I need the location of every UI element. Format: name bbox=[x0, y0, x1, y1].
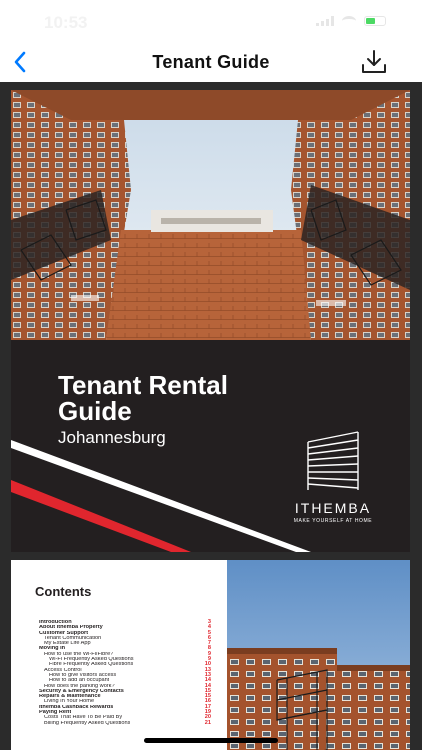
home-indicator bbox=[144, 738, 278, 743]
page-separator bbox=[0, 552, 422, 560]
cover-stripes bbox=[11, 440, 311, 552]
signal-icon bbox=[316, 16, 334, 26]
battery-icon bbox=[364, 16, 386, 26]
cover-photo bbox=[11, 90, 410, 340]
contents-section: Contents Introduction 3 About Ithemba Prop… bbox=[11, 560, 227, 750]
status-icons bbox=[316, 16, 386, 26]
document-page-cover: Tenant Rental Guide Johannesburg ITHEMBA bbox=[11, 90, 410, 552]
contents-photo bbox=[227, 560, 410, 750]
navigation-bar: Tenant Guide bbox=[0, 44, 422, 82]
document-page-contents: Contents Introduction 3 About Ithemba Prop… bbox=[11, 560, 410, 750]
cover-title: Tenant Rental Guide bbox=[58, 370, 228, 426]
page-title: Tenant Guide bbox=[152, 52, 270, 72]
contents-item-page: 21 bbox=[204, 719, 211, 726]
contents-item: Billing Frequently Asked Questions 21 bbox=[39, 719, 211, 726]
download-icon bbox=[362, 50, 386, 73]
document-viewer[interactable]: Tenant Rental Guide Johannesburg ITHEMBA bbox=[0, 82, 422, 750]
status-time: 10:53 bbox=[44, 13, 88, 32]
status-bar: 10:53 bbox=[0, 0, 422, 44]
wifi-icon bbox=[342, 16, 356, 26]
contents-title: Contents bbox=[35, 584, 92, 599]
download-button[interactable] bbox=[360, 48, 388, 76]
contents-list: Introduction 3 About Ithemba Property 4 Cust… bbox=[39, 619, 211, 726]
contents-item-label: Billing Frequently Asked Questions bbox=[44, 720, 131, 726]
